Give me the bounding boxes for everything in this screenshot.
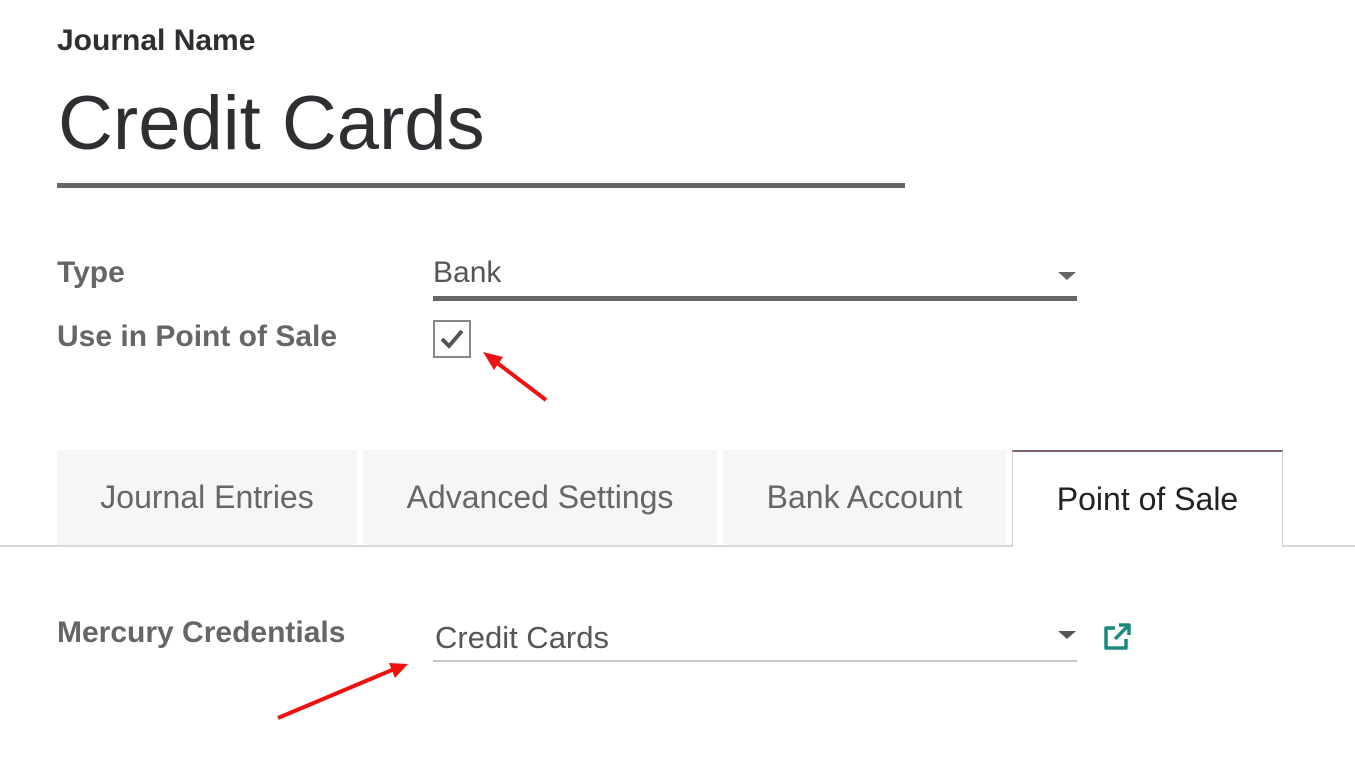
- annotation-arrow: [483, 352, 548, 402]
- mercury-credentials-underline: [433, 660, 1077, 662]
- use-in-pos-label: Use in Point of Sale: [57, 320, 338, 353]
- tab-journal-entries[interactable]: Journal Entries: [57, 450, 357, 545]
- annotation-arrow: [277, 663, 408, 720]
- tab-point-of-sale[interactable]: Point of Sale: [1012, 450, 1283, 547]
- mercury-credentials-label: Mercury Credentials: [57, 616, 346, 649]
- type-select[interactable]: Bank: [433, 256, 501, 290]
- checkmark-icon: [440, 329, 464, 349]
- tab-advanced-settings[interactable]: Advanced Settings: [363, 450, 717, 545]
- mercury-credentials-select[interactable]: Credit Cards: [435, 620, 609, 656]
- journal-name-input[interactable]: Credit Cards: [58, 80, 485, 167]
- caret-down-icon[interactable]: [1058, 272, 1076, 280]
- external-link-icon[interactable]: [1100, 620, 1134, 654]
- type-label: Type: [57, 256, 125, 289]
- use-in-pos-checkbox[interactable]: [433, 320, 471, 358]
- journal-name-label: Journal Name: [57, 24, 256, 57]
- journal-name-underline: [57, 183, 905, 188]
- type-select-underline: [433, 296, 1077, 301]
- caret-down-icon[interactable]: [1058, 631, 1076, 639]
- tab-bank-account[interactable]: Bank Account: [723, 450, 1006, 545]
